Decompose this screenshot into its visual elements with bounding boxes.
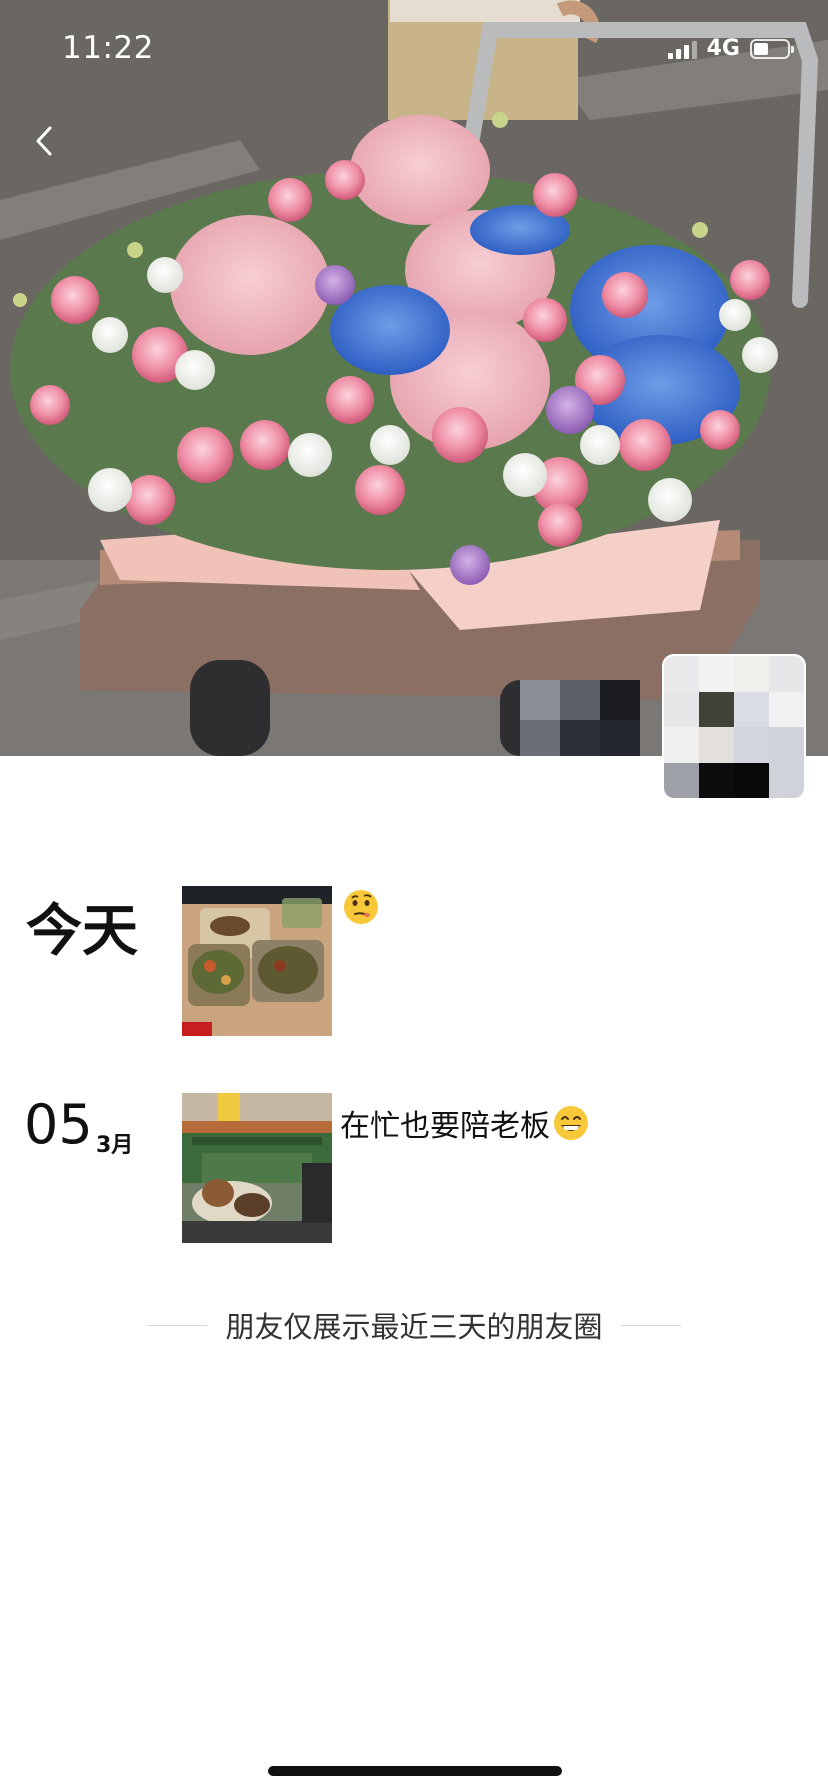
street-dog-photo (182, 1093, 332, 1243)
flower-cart-photo (0, 0, 828, 756)
moment-row: 今天 (0, 886, 828, 1036)
battery-icon (750, 38, 794, 59)
post-thumbnail[interactable] (182, 886, 332, 1036)
home-indicator[interactable] (268, 1766, 562, 1776)
network-type: 4G (706, 36, 740, 61)
status-indicators: 4G (667, 36, 794, 61)
divider (147, 1324, 208, 1326)
chevron-left-icon (36, 126, 52, 156)
divider (620, 1324, 681, 1326)
date-month: 3月 (96, 1133, 134, 1158)
post-content: 在忙也要陪老板 (340, 1101, 590, 1145)
visibility-notice: 朋友仅展示最近三天的朋友圈 (0, 1304, 828, 1346)
post-thumbnail[interactable] (182, 1093, 332, 1243)
thinking-face-emoji (344, 890, 378, 924)
avatar[interactable] (664, 656, 804, 798)
status-time: 11:22 (62, 30, 154, 66)
food-containers-photo (182, 886, 332, 1036)
post-text: 在忙也要陪老板 (340, 1109, 550, 1144)
post-content (340, 888, 380, 926)
grinning-face-emoji (554, 1106, 588, 1140)
notice-text: 朋友仅展示最近三天的朋友圈 (225, 1310, 603, 1344)
censored-area (520, 680, 640, 756)
signal-icon (667, 39, 697, 59)
back-button[interactable] (26, 118, 66, 164)
moment-row: 05 3月 在忙也要陪老板 (0, 1093, 828, 1243)
cover-photo[interactable] (0, 0, 828, 756)
date-day: 05 (24, 1093, 93, 1156)
date-label: 今天 (26, 899, 138, 964)
